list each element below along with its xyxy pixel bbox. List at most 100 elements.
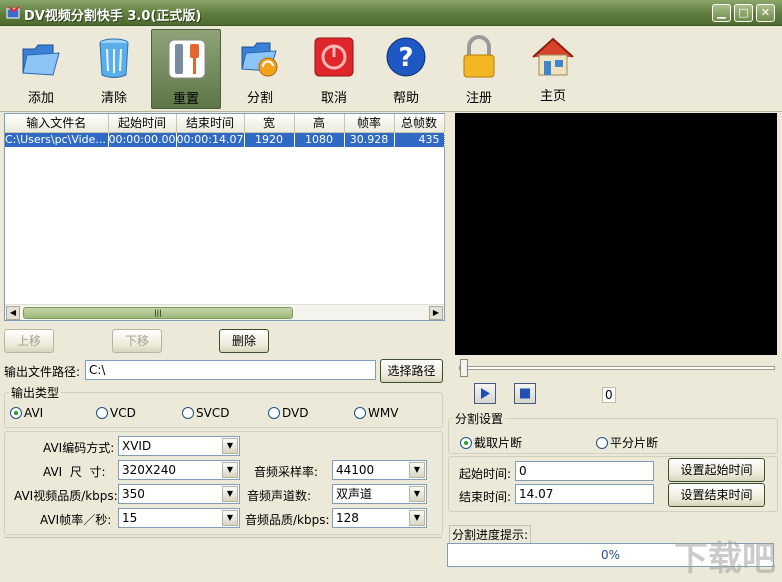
home-label: 主页 xyxy=(539,89,566,104)
svg-text:?: ? xyxy=(398,43,413,73)
radio-even-split[interactable]: 平分片断 xyxy=(596,434,658,451)
horizontal-scrollbar[interactable]: ◀ ||| ▶ xyxy=(5,304,444,320)
col-height[interactable]: 高 xyxy=(294,114,345,133)
move-down-button[interactable]: 下移 xyxy=(112,329,162,353)
channels-value: 双声道 xyxy=(336,487,373,501)
audio-quality-label: 音频品质/kbps: xyxy=(245,513,330,527)
chevron-down-icon[interactable]: ▼ xyxy=(409,510,425,526)
window-title: DV视频分割快手 3.0(正式版) xyxy=(24,9,202,24)
set-start-time-button[interactable]: 设置起始时间 xyxy=(668,458,765,482)
radio-clip-segment[interactable]: 截取片断 xyxy=(460,434,522,451)
audio-quality-select[interactable]: 128 ▼ xyxy=(332,508,427,528)
radio-dvd[interactable]: DVD xyxy=(268,406,308,420)
radio-svcd[interactable]: SVCD xyxy=(182,406,229,420)
close-button[interactable]: ✕ xyxy=(756,4,775,22)
register-button[interactable]: 注册 xyxy=(444,29,514,109)
fps-value: 15 xyxy=(122,511,138,525)
radio-dot-icon xyxy=(182,407,194,419)
cell-width: 1920 xyxy=(244,132,295,147)
radio-dot-icon xyxy=(596,437,608,449)
chevron-down-icon[interactable]: ▼ xyxy=(222,462,238,478)
radio-wmv-label: WMV xyxy=(368,406,399,420)
set-end-time-button[interactable]: 设置结束时间 xyxy=(668,483,765,507)
radio-avi[interactable]: AVI xyxy=(10,406,43,420)
chevron-down-icon[interactable]: ▼ xyxy=(409,486,425,502)
choose-path-button[interactable]: 选择路径 xyxy=(380,359,443,383)
start-time-input[interactable]: 0 xyxy=(515,461,654,481)
col-input-file[interactable]: 输入文件名 xyxy=(5,114,109,133)
cell-end: 00:00:14.07 xyxy=(176,132,245,147)
radio-dvd-label: DVD xyxy=(282,406,309,420)
size-label: AVI 尺 寸: xyxy=(43,465,106,479)
radio-clip-label: 截取片断 xyxy=(474,436,523,450)
maximize-button[interactable]: □ xyxy=(734,4,753,22)
register-label: 注册 xyxy=(465,91,492,106)
col-fps[interactable]: 帧率 xyxy=(344,114,395,133)
file-list[interactable]: 输入文件名 起始时间 结束时间 宽 高 帧率 总帧数 C:\Users\pc\V… xyxy=(4,113,445,321)
seek-slider-thumb[interactable] xyxy=(460,359,468,377)
scroll-thumb[interactable]: ||| xyxy=(23,307,293,319)
codec-select[interactable]: XVID ▼ xyxy=(118,436,240,456)
help-button[interactable]: ? 帮助 xyxy=(371,29,441,109)
chevron-down-icon[interactable]: ▼ xyxy=(222,486,238,502)
radio-even-label: 平分片断 xyxy=(610,436,659,450)
radio-vcd[interactable]: VCD xyxy=(96,406,136,420)
scroll-left-icon[interactable]: ◀ xyxy=(6,306,20,320)
clear-button[interactable]: 清除 xyxy=(79,29,149,109)
codec-value: XVID xyxy=(122,439,152,453)
chevron-down-icon[interactable]: ▼ xyxy=(222,438,238,454)
play-button[interactable] xyxy=(474,383,496,404)
minimize-button[interactable]: ▁ xyxy=(712,4,731,22)
title-bar: DV视频分割快手 3.0(正式版) ▁ □ ✕ xyxy=(0,0,782,26)
split-button[interactable]: 分割 xyxy=(225,29,295,109)
radio-svcd-label: SVCD xyxy=(196,406,230,420)
watermark-logo: 下载吧 xyxy=(674,539,776,579)
seek-slider-track[interactable] xyxy=(459,366,775,370)
cancel-button[interactable]: 取消 xyxy=(299,29,369,109)
end-time-input[interactable]: 14.07 xyxy=(515,484,654,504)
table-row[interactable]: C:\Users\pc\Vide... 00:00:00.00 00:00:14… xyxy=(5,132,445,147)
radio-dot-icon xyxy=(460,437,472,449)
cell-fps: 30.928 xyxy=(344,132,395,147)
radio-dot-icon xyxy=(354,407,366,419)
channels-label: 音频声道数: xyxy=(247,489,312,503)
output-type-legend: 输出类型 xyxy=(11,386,60,400)
cell-file: C:\Users\pc\Vide... xyxy=(5,132,109,147)
clear-label: 清除 xyxy=(100,91,127,106)
home-button[interactable]: 主页 xyxy=(518,29,588,109)
cell-start: 00:00:00.00 xyxy=(108,132,177,147)
video-quality-value: 350 xyxy=(122,487,145,501)
split-folder-icon xyxy=(241,42,278,77)
size-select[interactable]: 320X240 ▼ xyxy=(118,460,240,480)
output-path-input[interactable]: C:\ xyxy=(85,360,376,380)
home-icon xyxy=(532,37,574,76)
col-end-time[interactable]: 结束时间 xyxy=(176,114,245,133)
cell-height: 1080 xyxy=(294,132,345,147)
scroll-right-icon[interactable]: ▶ xyxy=(429,306,443,320)
col-total-frames[interactable]: 总帧数 xyxy=(394,114,445,133)
stop-icon xyxy=(520,388,530,399)
radio-wmv[interactable]: WMV xyxy=(354,406,398,420)
video-quality-select[interactable]: 350 ▼ xyxy=(118,484,240,504)
codec-label: AVI编码方式: xyxy=(43,441,115,455)
chevron-down-icon[interactable]: ▼ xyxy=(409,462,425,478)
stop-button[interactable] xyxy=(514,383,536,404)
fps-select[interactable]: 15 ▼ xyxy=(118,508,240,528)
move-up-button[interactable]: 上移 xyxy=(4,329,54,353)
help-icon: ? xyxy=(386,37,426,77)
toolbar: 添加 清除 重置 分割 取消 ? 帮助 注册 主页 xyxy=(0,26,782,112)
add-button[interactable]: 添加 xyxy=(6,29,76,109)
chevron-down-icon[interactable]: ▼ xyxy=(222,510,238,526)
channels-select[interactable]: 双声道 ▼ xyxy=(332,484,427,504)
split-settings-legend: 分割设置 xyxy=(455,412,504,426)
col-width[interactable]: 宽 xyxy=(244,114,295,133)
col-start-time[interactable]: 起始时间 xyxy=(108,114,177,133)
delete-button[interactable]: 删除 xyxy=(219,329,269,353)
reset-button[interactable]: 重置 xyxy=(151,29,221,109)
reset-label: 重置 xyxy=(172,92,199,107)
cancel-label: 取消 xyxy=(320,91,347,106)
radio-dot-icon xyxy=(10,407,22,419)
lock-icon xyxy=(463,35,495,78)
sample-rate-select[interactable]: 44100 ▼ xyxy=(332,460,427,480)
video-quality-label: AVI视频品质/kbps: xyxy=(14,489,118,503)
